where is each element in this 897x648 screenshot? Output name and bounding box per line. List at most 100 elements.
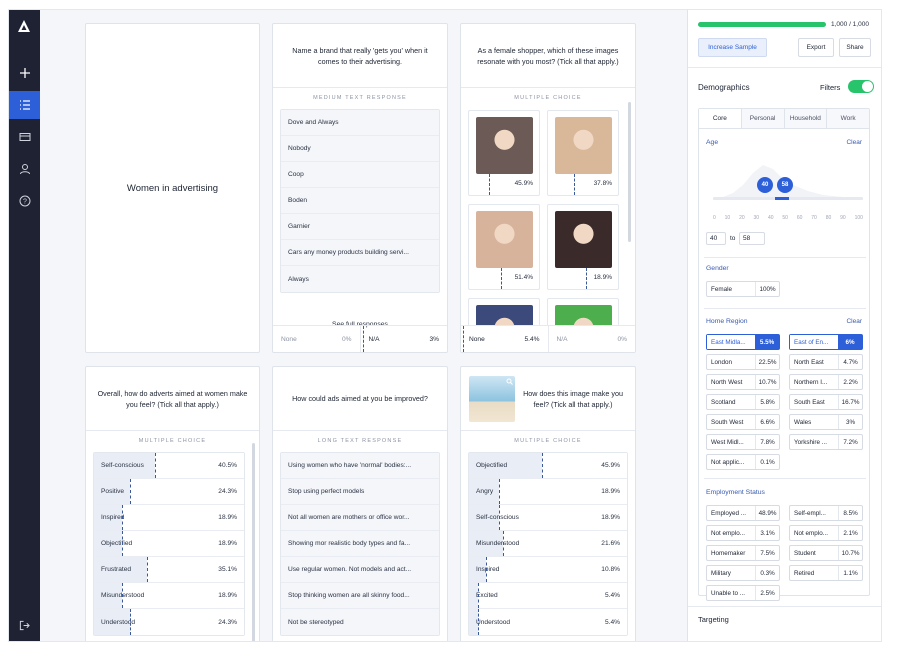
option-percent: 18.9% bbox=[218, 540, 237, 547]
option-row[interactable]: Understood 24.3% bbox=[94, 609, 244, 635]
na-value: 3% bbox=[429, 335, 439, 343]
option-row[interactable]: Self-conscious 40.5% bbox=[94, 453, 244, 479]
nav-help[interactable]: ? bbox=[9, 187, 40, 215]
new-survey-button[interactable] bbox=[9, 59, 40, 87]
response-row[interactable]: Stop using perfect models bbox=[281, 479, 439, 505]
region-clear-link[interactable]: Clear bbox=[846, 318, 862, 325]
option-row[interactable]: Excited 5.4% bbox=[469, 583, 627, 609]
image-option[interactable]: 45.9% bbox=[468, 110, 540, 196]
filter-chip[interactable]: London 22.5% bbox=[706, 354, 780, 370]
filter-chip[interactable]: Not emplo... 2.1% bbox=[789, 525, 863, 541]
age-min-handle[interactable]: 40 bbox=[757, 177, 773, 193]
option-row[interactable]: Inspired 18.9% bbox=[94, 505, 244, 531]
option-row[interactable]: Objectified 45.9% bbox=[469, 453, 627, 479]
scrollbar[interactable] bbox=[628, 102, 631, 242]
image-choice-card[interactable]: As a female shopper, which of these imag… bbox=[460, 23, 636, 353]
chip-label: East of En... bbox=[790, 335, 838, 349]
filter-chip[interactable]: Wales 3% bbox=[789, 414, 863, 430]
filter-chip[interactable]: Self-empl... 8.5% bbox=[789, 505, 863, 521]
filter-chip[interactable]: North West 10.7% bbox=[706, 374, 780, 390]
question-thumbnail[interactable] bbox=[469, 376, 515, 422]
none-option[interactable]: None 5.4% bbox=[461, 326, 548, 352]
image-option[interactable]: 37.8% bbox=[547, 110, 619, 196]
na-option[interactable]: N/A 0% bbox=[547, 326, 636, 352]
filter-chip[interactable]: Retired 1.1% bbox=[789, 565, 863, 581]
response-row[interactable]: Showing mor realistic body types and fa.… bbox=[281, 531, 439, 557]
feel-question-card[interactable]: Overall, how do adverts aimed at women m… bbox=[85, 366, 260, 641]
image-feel-question-card[interactable]: How does this image make you feel? (Tick… bbox=[460, 366, 636, 641]
option-row[interactable]: Angry 18.9% bbox=[469, 479, 627, 505]
increase-sample-button[interactable]: Increase Sample bbox=[698, 38, 767, 57]
improve-question-card[interactable]: How could ads aimed at you be improved? … bbox=[272, 366, 448, 641]
filter-chip[interactable]: Unable to ... 2.5% bbox=[706, 585, 780, 601]
nav-surveys[interactable] bbox=[9, 91, 40, 119]
answer-footer: None 5.4% N/A 0% bbox=[461, 325, 635, 352]
share-button[interactable]: Share bbox=[839, 38, 871, 57]
response-row[interactable]: Not all women are mothers or office wor.… bbox=[281, 505, 439, 531]
tab-household[interactable]: Household bbox=[784, 109, 828, 128]
tab-work[interactable]: Work bbox=[827, 109, 869, 128]
filter-chip[interactable]: Student 10.7% bbox=[789, 545, 863, 561]
filter-chip[interactable]: South East 16.7% bbox=[789, 394, 863, 410]
option-row[interactable]: Understood 5.4% bbox=[469, 609, 627, 635]
brand-question-card[interactable]: Name a brand that really 'gets you' when… bbox=[272, 23, 448, 353]
response-row[interactable]: Garnier bbox=[281, 214, 439, 240]
app-window: ? Women in advertising Name a brand that… bbox=[8, 9, 882, 642]
chip-value: 8.5% bbox=[838, 506, 862, 520]
filter-chip[interactable]: West Midl... 7.8% bbox=[706, 434, 780, 450]
option-row[interactable]: Self-conscious 18.9% bbox=[469, 505, 627, 531]
age-tick: 90 bbox=[840, 215, 846, 221]
na-option[interactable]: N/A 3% bbox=[359, 326, 448, 352]
filter-chip[interactable]: East Midla... 5.5% bbox=[706, 334, 780, 350]
option-row[interactable]: Frustrated 35.1% bbox=[94, 557, 244, 583]
none-option[interactable]: None 0% bbox=[273, 326, 360, 352]
filter-chip[interactable]: Military 0.3% bbox=[706, 565, 780, 581]
nav-billing[interactable] bbox=[9, 123, 40, 151]
option-row[interactable]: Misunderstood 21.6% bbox=[469, 531, 627, 557]
response-row[interactable]: Nobody bbox=[281, 136, 439, 162]
response-row[interactable]: Boden bbox=[281, 188, 439, 214]
chip-value: 10.7% bbox=[838, 546, 862, 560]
response-row[interactable]: Not be stereotyped bbox=[281, 609, 439, 635]
age-clear-link[interactable]: Clear bbox=[846, 139, 862, 146]
filter-chip[interactable]: North East 4.7% bbox=[789, 354, 863, 370]
response-row[interactable]: Dove and Always bbox=[281, 110, 439, 136]
option-row[interactable]: Positive 24.3% bbox=[94, 479, 244, 505]
option-row[interactable]: Misunderstood 18.9% bbox=[94, 583, 244, 609]
filter-chip[interactable]: Northern I... 2.2% bbox=[789, 374, 863, 390]
scrollbar[interactable] bbox=[252, 443, 255, 641]
response-row[interactable]: Always bbox=[281, 266, 439, 292]
age-max-handle[interactable]: 58 bbox=[777, 177, 793, 193]
filter-chip[interactable]: Not emplo... 3.1% bbox=[706, 525, 780, 541]
filters-toggle[interactable] bbox=[848, 80, 874, 93]
filter-chip[interactable]: Homemaker 7.5% bbox=[706, 545, 780, 561]
filter-chip[interactable]: Female 100% bbox=[706, 281, 780, 297]
response-row[interactable]: Coop bbox=[281, 162, 439, 188]
option-image bbox=[476, 117, 533, 174]
option-row[interactable]: Objectified 18.9% bbox=[94, 531, 244, 557]
response-row[interactable]: Stop thinking women are all skinny food.… bbox=[281, 583, 439, 609]
logout-button[interactable] bbox=[9, 615, 40, 635]
question-type: MULTIPLE CHOICE bbox=[138, 438, 207, 444]
response-row[interactable]: Using women who have 'normal' bodies:... bbox=[281, 453, 439, 479]
filter-chip[interactable]: South West 6.6% bbox=[706, 414, 780, 430]
filter-chip[interactable]: East of En... 6% bbox=[789, 334, 863, 350]
response-row[interactable]: Use regular women. Not models and act... bbox=[281, 557, 439, 583]
response-row[interactable]: Cars any money products building servi..… bbox=[281, 240, 439, 266]
option-row[interactable]: Inspired 10.8% bbox=[469, 557, 627, 583]
image-option[interactable]: 51.4% bbox=[468, 204, 540, 290]
logo-icon[interactable] bbox=[17, 19, 31, 33]
tab-core[interactable]: Core bbox=[699, 109, 742, 128]
filter-chip[interactable]: Yorkshire ... 7.2% bbox=[789, 434, 863, 450]
age-max-input[interactable]: 58 bbox=[739, 232, 765, 245]
image-option[interactable]: 18.9% bbox=[547, 204, 619, 290]
age-min-input[interactable]: 40 bbox=[706, 232, 726, 245]
nav-account[interactable] bbox=[9, 155, 40, 183]
filter-chip[interactable]: Not applic... 0.1% bbox=[706, 454, 780, 470]
survey-title-card[interactable]: Women in advertising bbox=[85, 23, 260, 353]
filter-chip[interactable]: Employed ... 48.9% bbox=[706, 505, 780, 521]
filter-chip[interactable]: Scotland 5.8% bbox=[706, 394, 780, 410]
export-button[interactable]: Export bbox=[798, 38, 834, 57]
option-image bbox=[555, 117, 612, 174]
tab-personal[interactable]: Personal bbox=[741, 109, 785, 128]
